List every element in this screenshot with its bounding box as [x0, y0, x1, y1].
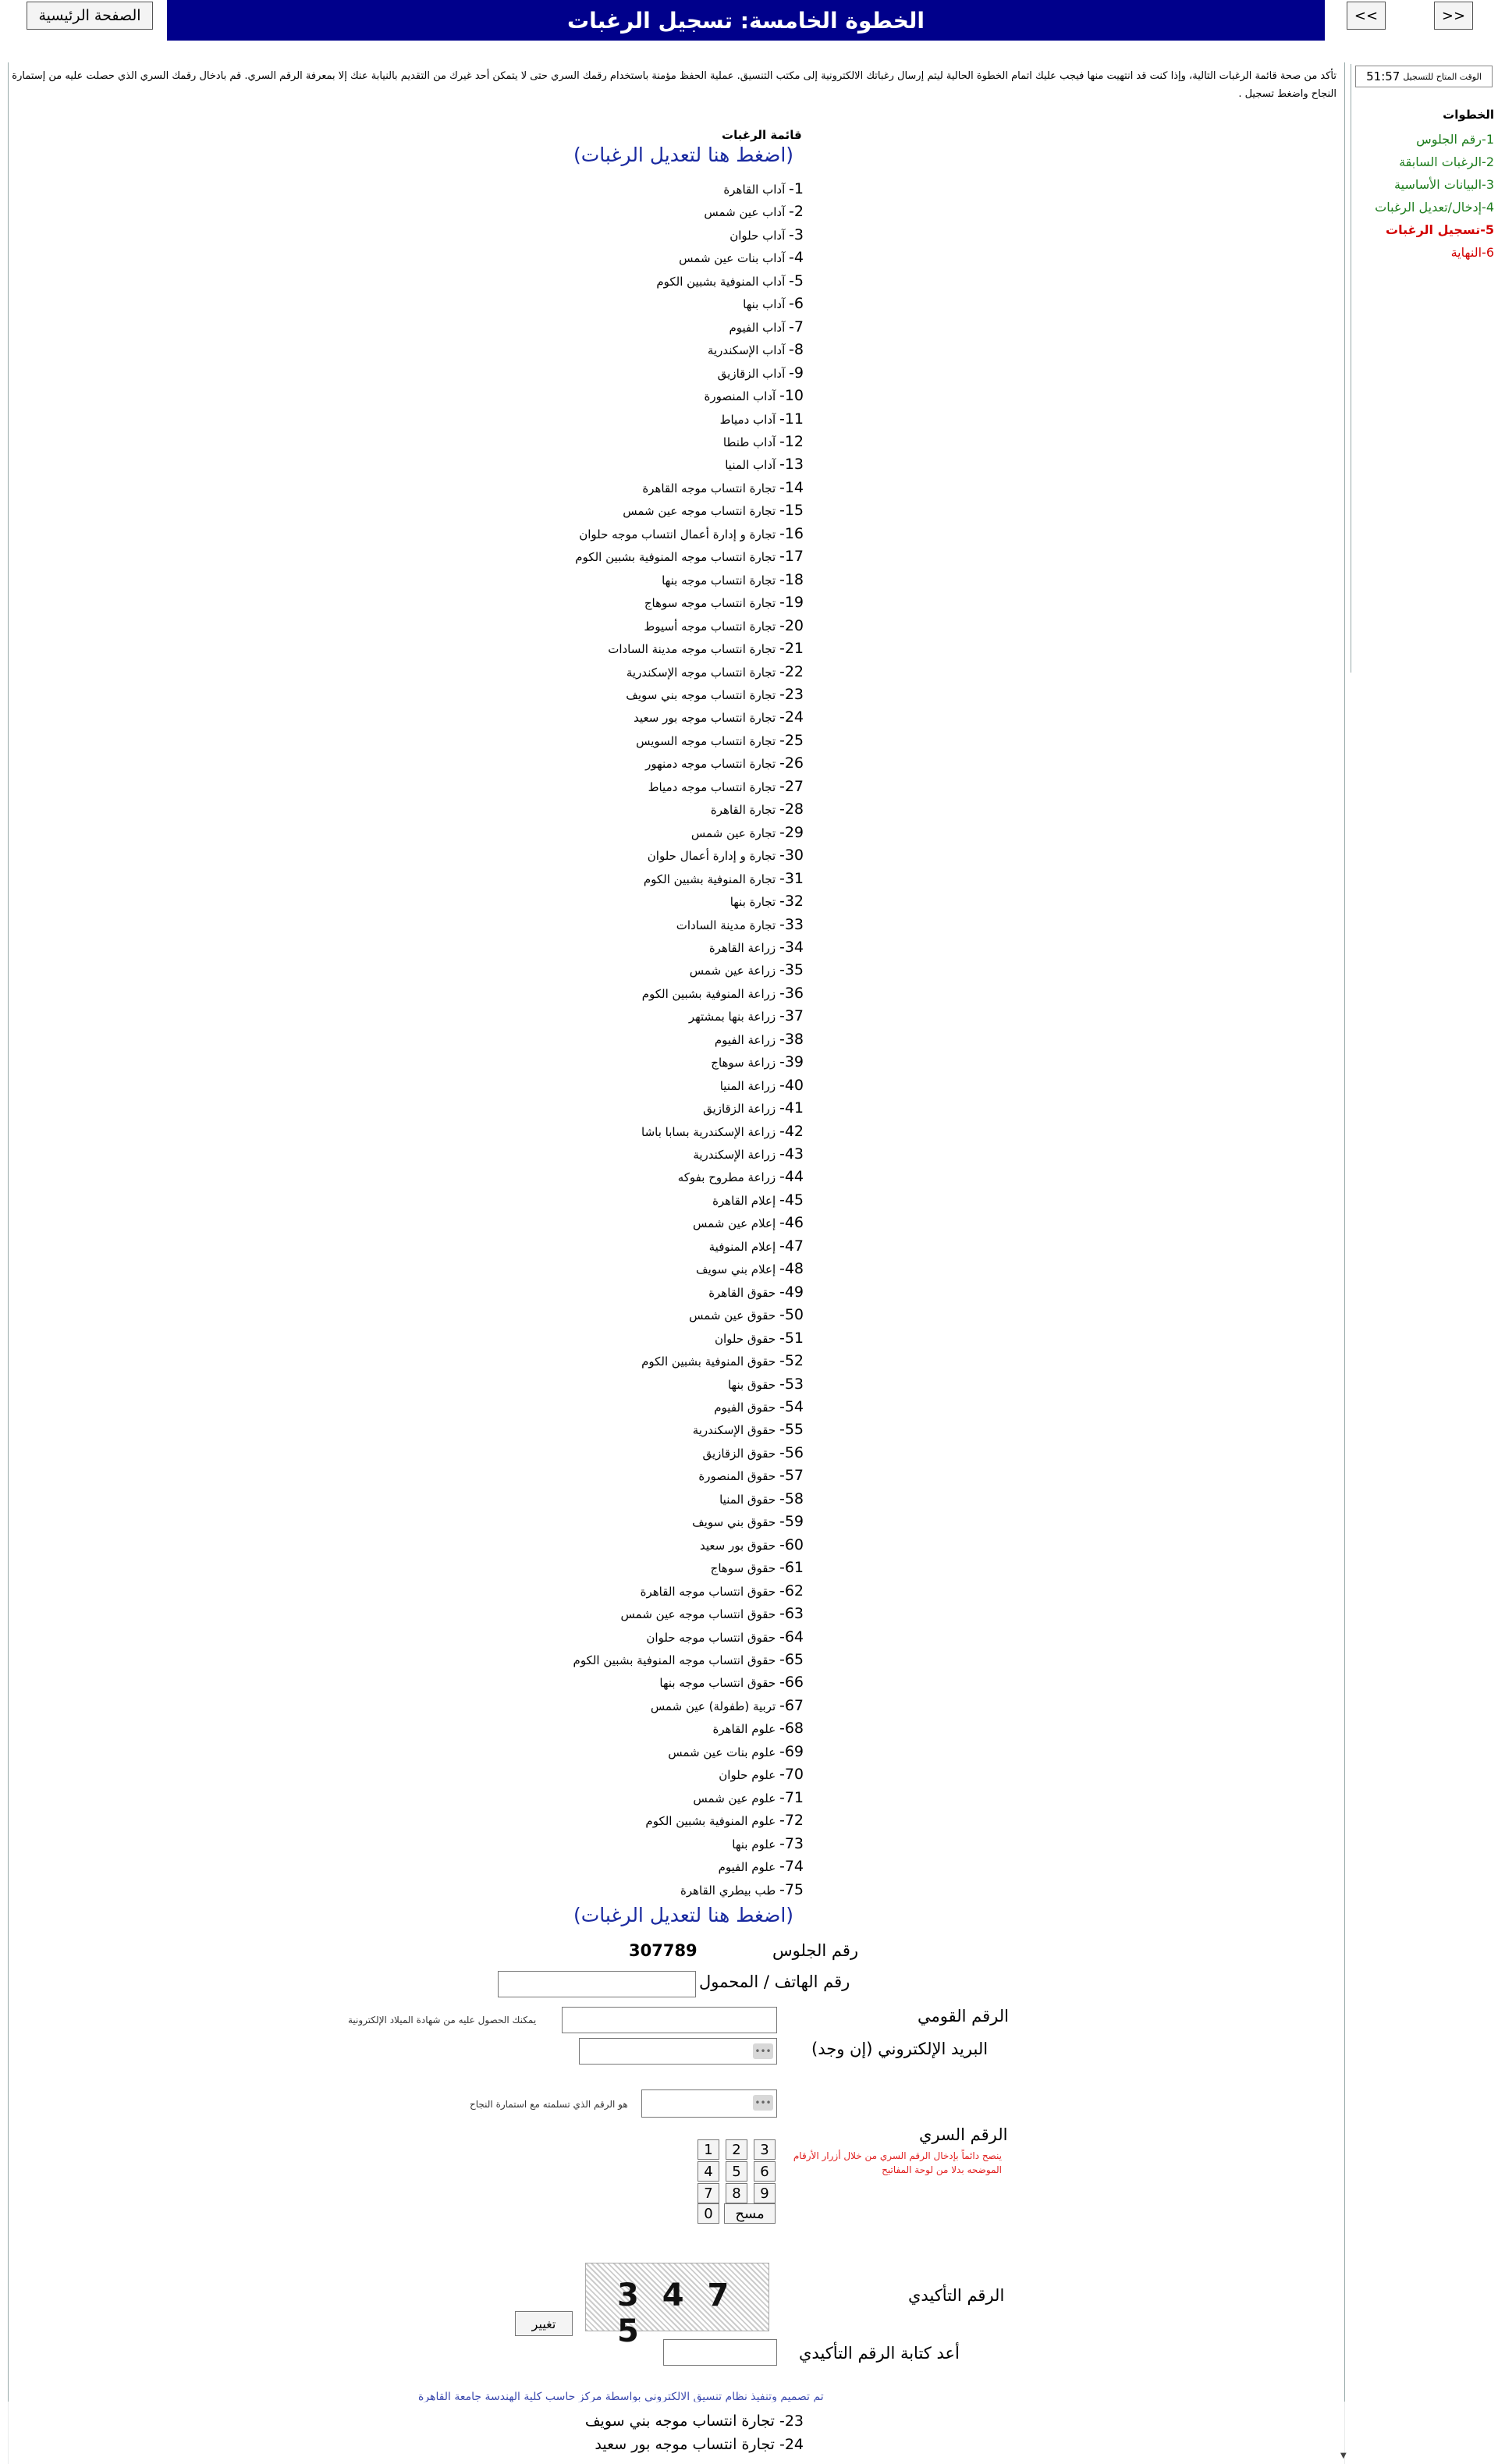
- keypad-key-6[interactable]: 6: [754, 2161, 776, 2182]
- overlay-line-2: 24- تجارة انتساب موجه بور سعيد: [595, 2436, 804, 2453]
- national-id-hint: يمكنك الحصول عليه من شهادة الميلاد الإلك…: [348, 2015, 537, 2026]
- email-input[interactable]: •••: [579, 2038, 777, 2065]
- phone-input[interactable]: [498, 1971, 696, 1997]
- bottom-overlay: 23- تجارة انتساب موجه بني سويف 24- تجارة…: [0, 2402, 1498, 2464]
- keypad-key-0[interactable]: 0: [698, 2203, 719, 2224]
- keypad-key-1[interactable]: 1: [698, 2139, 719, 2160]
- phone-label: رقم الهاتف / المحمول: [699, 1972, 850, 1991]
- captcha-repeat-input[interactable]: [663, 2339, 777, 2366]
- password-manager-icon[interactable]: •••: [753, 2043, 773, 2059]
- keypad-key-9[interactable]: 9: [754, 2183, 776, 2203]
- national-id-label: الرقم القومي: [918, 2007, 1009, 2026]
- change-captcha-button[interactable]: تغيير: [515, 2311, 573, 2336]
- email-label: البريد الإلكتروني (إن وجد): [811, 2040, 989, 2058]
- keypad-key-8[interactable]: 8: [726, 2183, 747, 2203]
- captcha-repeat-label: أعد كتابة الرقم التأكيدي: [799, 2344, 960, 2363]
- keypad-clear-button[interactable]: مسح: [724, 2203, 776, 2224]
- keypad-key-7[interactable]: 7: [698, 2183, 719, 2203]
- keypad-key-3[interactable]: 3: [754, 2139, 776, 2160]
- pin-note: ينصح دائماً بإدخال الرقم السري من خلال أ…: [793, 2150, 1002, 2175]
- pin-label: الرقم السري: [919, 2125, 1008, 2144]
- seat-number-label: رقم الجلوس: [772, 1941, 859, 1960]
- keypad-key-4[interactable]: 4: [698, 2161, 719, 2182]
- captcha-image: 3 4 7 5: [585, 2263, 769, 2349]
- national-id-input[interactable]: [562, 2007, 777, 2033]
- keypad-key-2[interactable]: 2: [726, 2139, 747, 2160]
- keypad-key-5[interactable]: 5: [726, 2161, 747, 2182]
- scroll-down-icon[interactable]: ▼: [1340, 2452, 1347, 2460]
- overlay-line-1: 23- تجارة انتساب موجه بني سويف: [584, 2413, 804, 2430]
- password-manager-icon[interactable]: •••: [753, 2095, 773, 2111]
- captcha-label: الرقم التأكيدي: [908, 2286, 1005, 2305]
- seat-number-value: 307789: [629, 1941, 698, 1960]
- registration-form: رقم الجلوس 307789 رقم الهاتف / المحمول ا…: [0, 0, 1498, 2464]
- success-form-number-input[interactable]: •••: [641, 2089, 777, 2118]
- success-form-hint: هو الرقم الذي تسلمته مع استمارة النجاح: [470, 2099, 628, 2110]
